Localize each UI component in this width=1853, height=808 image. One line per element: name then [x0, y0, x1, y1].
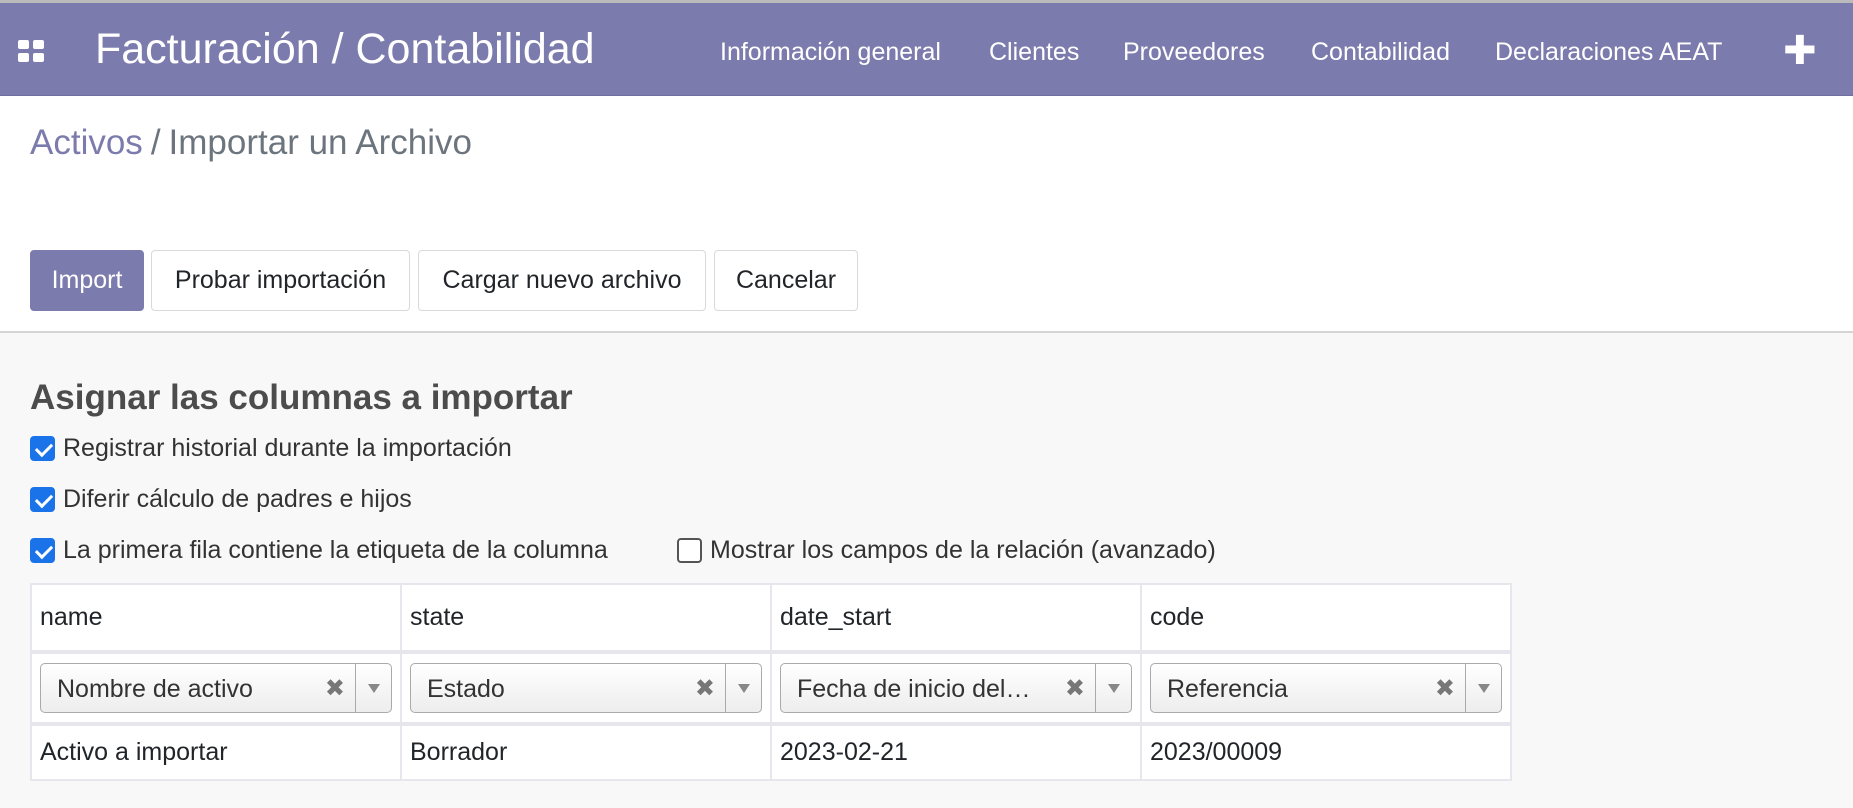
field-select-value: Estado [427, 675, 505, 703]
menu-item-contabilidad[interactable]: Contabilidad [1311, 37, 1450, 67]
load-new-file-button[interactable]: Cargar nuevo archivo [418, 250, 706, 311]
track-history-label: Registrar historial durante la importaci… [63, 434, 512, 462]
clear-icon[interactable]: ✖ [325, 675, 345, 703]
field-select-value: Referencia [1167, 675, 1288, 703]
menu-item-informacion-general[interactable]: Información general [720, 37, 941, 67]
apps-menu-icon[interactable] [18, 40, 44, 62]
track-history-checkbox[interactable] [30, 435, 55, 461]
breadcrumb-current: Importar un Archivo [168, 123, 473, 162]
import-mapping-section: Asignar las columnas a importar Registra… [0, 333, 1853, 808]
add-menu-icon[interactable]: ✚ [1783, 30, 1817, 72]
column-header: state [400, 583, 772, 653]
table-cell: Activo a importar [30, 722, 402, 781]
show-relations-option[interactable]: Mostrar los campos de la relación (avanz… [677, 535, 1216, 565]
show-relations-label: Mostrar los campos de la relación (avanz… [710, 536, 1216, 564]
header-row-checkbox[interactable] [30, 537, 55, 563]
field-select-value: Nombre de activo [57, 675, 253, 703]
app-title[interactable]: Facturación / Contabilidad [95, 23, 595, 75]
breadcrumb: Activos / Importar un Archivo [30, 123, 472, 163]
table-cell: 2023-02-21 [770, 722, 1142, 781]
menu-item-declaraciones-aeat[interactable]: Declaraciones AEAT [1495, 37, 1722, 67]
defer-parent-checkbox[interactable] [30, 486, 55, 512]
cancel-button[interactable]: Cancelar [714, 250, 858, 311]
column-header: code [1140, 583, 1512, 653]
clear-icon[interactable]: ✖ [1065, 675, 1085, 703]
column-mapping-table: name state date_start code Nombre de act… [30, 583, 1512, 781]
defer-parent-label: Diferir cálculo de padres e hijos [63, 485, 412, 513]
column-header: name [30, 583, 402, 653]
test-import-button[interactable]: Probar importación [151, 250, 410, 311]
field-select[interactable]: Nombre de activo ✖ [40, 663, 392, 713]
breadcrumb-activos-link[interactable]: Activos [30, 123, 143, 162]
header-row-option[interactable]: La primera fila contiene la etiqueta de … [30, 535, 608, 565]
show-relations-checkbox[interactable] [677, 537, 702, 563]
dropdown-arrow-icon[interactable] [725, 664, 761, 712]
clear-icon[interactable]: ✖ [695, 675, 715, 703]
dropdown-arrow-icon[interactable] [355, 664, 391, 712]
table-cell: Borrador [400, 722, 772, 781]
control-panel: Activos / Importar un Archivo Import Proba… [0, 96, 1853, 333]
field-select[interactable]: Estado ✖ [410, 663, 762, 713]
top-navbar: Facturación / Contabilidad Información g… [0, 0, 1853, 96]
section-title: Asignar las columnas a importar [30, 378, 573, 417]
column-header: date_start [770, 583, 1142, 653]
field-select-value: Fecha de inicio del… [797, 675, 1031, 703]
header-row-label: La primera fila contiene la etiqueta de … [63, 536, 608, 564]
field-select[interactable]: Fecha de inicio del… ✖ [780, 663, 1132, 713]
clear-icon[interactable]: ✖ [1435, 675, 1455, 703]
field-select-row: Nombre de activo ✖ Estado ✖ Fecha de inici… [30, 650, 1512, 725]
track-history-option[interactable]: Registrar historial durante la importaci… [30, 433, 512, 463]
field-select[interactable]: Referencia ✖ [1150, 663, 1502, 713]
breadcrumb-separator: / [150, 123, 161, 162]
dropdown-arrow-icon[interactable] [1465, 664, 1501, 712]
menu-item-clientes[interactable]: Clientes [989, 37, 1079, 67]
import-button[interactable]: Import [30, 250, 144, 311]
dropdown-arrow-icon[interactable] [1095, 664, 1131, 712]
defer-parent-option[interactable]: Diferir cálculo de padres e hijos [30, 484, 412, 514]
table-row: Activo a importar Borrador 2023-02-21 20… [30, 722, 1512, 781]
menu-item-proveedores[interactable]: Proveedores [1123, 37, 1265, 67]
nav-menu: Información general [720, 37, 941, 67]
table-cell: 2023/00009 [1140, 722, 1512, 781]
table-header-row: name state date_start code [30, 583, 1512, 653]
